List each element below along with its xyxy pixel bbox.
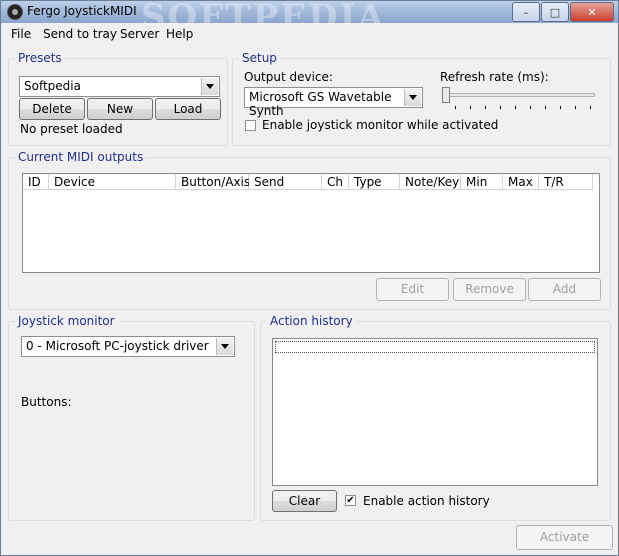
output-device-label: Output device: (244, 70, 333, 84)
enable-history-label: Enable action history (363, 494, 490, 508)
table-header: ID Device Button/Axis Send Ch Type Note/… (23, 174, 599, 191)
app-icon (7, 4, 23, 20)
action-history-legend: Action history (267, 314, 356, 328)
column-note-key[interactable]: Note/Key (400, 174, 461, 190)
midi-outputs-table[interactable]: ID Device Button/Axis Send Ch Type Note/… (22, 173, 600, 273)
column-max[interactable]: Max (503, 174, 539, 190)
menu-bar: File Send to tray Server Help (2, 24, 617, 44)
menu-help[interactable]: Help (166, 27, 193, 41)
slider-tick (515, 106, 516, 109)
app-window: Fergo JoystickMIDI SOFTPEDIA – □ ✕ File … (0, 0, 619, 556)
preset-combo[interactable]: Softpedia (19, 76, 220, 97)
column-t-r[interactable]: T/R (539, 174, 593, 190)
enable-history-checkbox[interactable]: ✔ (345, 495, 356, 506)
joystick-device-value: 0 - Microsoft PC-joystick driver (26, 339, 209, 353)
add-output-button[interactable]: Add (528, 278, 601, 301)
chevron-down-icon[interactable] (404, 89, 421, 106)
menu-send-to-tray[interactable]: Send to tray (43, 27, 117, 41)
column-ch[interactable]: Ch (322, 174, 349, 190)
minimize-button[interactable]: – (512, 2, 540, 22)
setup-group: Setup Output device: Microsoft GS Waveta… (232, 51, 611, 146)
activate-button[interactable]: Activate (516, 525, 613, 550)
slider-tick (485, 106, 486, 109)
action-history-group: Action history Clear ✔ Enable action his… (260, 314, 611, 521)
column-id[interactable]: ID (23, 174, 49, 190)
menu-file[interactable]: File (11, 27, 31, 41)
output-device-combo[interactable]: Microsoft GS Wavetable Synth (244, 87, 423, 118)
midi-outputs-legend: Current MIDI outputs (15, 150, 147, 164)
joystick-monitor-legend: Joystick monitor (15, 314, 118, 328)
window-title: Fergo JoystickMIDI (27, 4, 137, 18)
presets-group: Presets Softpedia Delete New Load No pre… (8, 51, 228, 146)
load-preset-button[interactable]: Load (155, 98, 221, 120)
joystick-device-combo[interactable]: 0 - Microsoft PC-joystick driver (21, 336, 235, 357)
joystick-monitor-group: Joystick monitor 0 - Microsoft PC-joysti… (8, 314, 255, 521)
midi-outputs-group: Current MIDI outputs ID Device Button/Ax… (8, 150, 611, 310)
column-button-axis[interactable]: Button/Axis (176, 174, 250, 190)
chevron-down-icon[interactable] (216, 338, 233, 355)
remove-output-button[interactable]: Remove (453, 278, 526, 301)
setup-legend: Setup (239, 51, 280, 65)
slider-track (445, 93, 595, 97)
action-history-list[interactable] (272, 338, 598, 486)
focus-rectangle (275, 341, 595, 353)
slider-tick (500, 106, 501, 109)
preset-status: No preset loaded (20, 122, 123, 136)
column-send[interactable]: Send (249, 174, 322, 190)
slider-tick (470, 106, 471, 109)
joystick-monitor-checkbox-label: Enable joystick monitor while activated (262, 118, 499, 132)
slider-tick (455, 106, 456, 109)
slider-tick (545, 106, 546, 109)
close-button[interactable]: ✕ (570, 2, 614, 22)
output-device-value: Microsoft GS Wavetable Synth (249, 90, 392, 118)
slider-tick (560, 106, 561, 109)
presets-legend: Presets (15, 51, 65, 65)
refresh-rate-label: Refresh rate (ms): (440, 70, 549, 84)
buttons-label: Buttons: (21, 395, 72, 409)
preset-combo-value: Softpedia (24, 79, 81, 93)
slider-tick (530, 106, 531, 109)
clear-history-button[interactable]: Clear (272, 490, 337, 512)
slider-tick (590, 106, 591, 109)
slider-tick (575, 106, 576, 109)
edit-output-button[interactable]: Edit (376, 278, 449, 301)
column-min[interactable]: Min (461, 174, 503, 190)
column-type[interactable]: Type (349, 174, 400, 190)
slider-thumb[interactable] (442, 87, 450, 103)
joystick-monitor-checkbox[interactable] (245, 120, 256, 131)
title-bar[interactable]: Fergo JoystickMIDI SOFTPEDIA – □ ✕ (1, 0, 618, 37)
refresh-rate-slider[interactable] (442, 87, 598, 111)
menu-server[interactable]: Server (120, 27, 159, 41)
chevron-down-icon[interactable] (201, 78, 218, 95)
maximize-button[interactable]: □ (541, 2, 569, 22)
delete-preset-button[interactable]: Delete (19, 98, 85, 120)
new-preset-button[interactable]: New (87, 98, 153, 120)
column-device[interactable]: Device (49, 174, 176, 190)
